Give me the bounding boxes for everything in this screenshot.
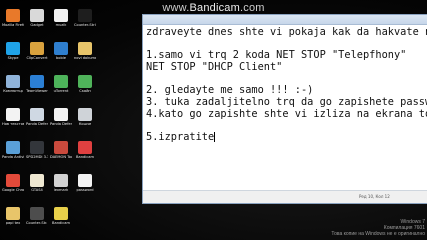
desktop-icon[interactable]: Bandicam bbox=[74, 141, 96, 159]
desktop-icon[interactable]: Panda Defense bbox=[26, 108, 48, 126]
desktop-icon[interactable]: Counter-Strike Source bbox=[74, 9, 96, 27]
status-bar: Ред 10, Кол 12 bbox=[143, 190, 427, 203]
text-caret bbox=[214, 132, 216, 143]
windows-genuine-text: Това копие на Windows не е оригинално bbox=[331, 231, 425, 237]
desktop-icon-label: Panda Antivirus Pro bbox=[2, 155, 24, 159]
desktop-icon-label: novi dokument bbox=[74, 56, 96, 60]
desktop-icon-label: papi tex bbox=[5, 221, 21, 225]
app-icon bbox=[6, 108, 20, 121]
desktop-icons: Mozilla Firefox Skype Компютър Нов текстов … bbox=[0, 0, 100, 240]
desktop-icon-label: Bandicam bbox=[76, 155, 94, 159]
desktop-icon[interactable]: Skype bbox=[2, 42, 24, 60]
desktop-icon[interactable]: Mozilla Firefox bbox=[2, 9, 24, 27]
desktop-icon-label: GTAS4 bbox=[31, 188, 43, 192]
text-line: NET STOP "DHCP Client" bbox=[146, 61, 283, 74]
desktop-icon-label: Кошче bbox=[78, 122, 92, 126]
app-icon bbox=[54, 207, 68, 220]
desktop-icon[interactable]: novi dokument bbox=[74, 42, 96, 60]
cursor-position: Ред 10, Кол 12 bbox=[359, 194, 390, 199]
desktop-icon-label: Скайп bbox=[79, 89, 91, 93]
app-icon bbox=[54, 141, 68, 154]
desktop-icon-label: Google Chrome bbox=[2, 188, 24, 192]
desktop-icon[interactable]: password bbox=[74, 174, 96, 192]
app-icon bbox=[30, 75, 44, 88]
desktop-icon[interactable]: Bandicam bbox=[50, 207, 72, 225]
app-icon bbox=[30, 9, 44, 22]
desktop-icon[interactable]: Нов текстов документ bbox=[2, 108, 24, 126]
text-line: 4.kato go zapishte shte vi izliza na ekr… bbox=[146, 107, 427, 120]
app-icon bbox=[54, 108, 68, 121]
app-icon bbox=[54, 9, 68, 22]
desktop-icon[interactable]: SPD2MDI 3.3 . bbox=[26, 141, 48, 159]
desktop-icon[interactable]: Counter-Str. 1.6 bbox=[26, 207, 48, 225]
desktop-icon-label: Panda Defense bbox=[26, 122, 48, 126]
desktop-icon-label: bobie bbox=[56, 56, 66, 60]
desktop-icon-label: Counter-Str. 1.6 bbox=[26, 221, 48, 225]
desktop-icon[interactable]: Скайп bbox=[74, 75, 96, 93]
app-icon bbox=[6, 9, 20, 22]
desktop-icon-label: Mozilla Firefox bbox=[2, 23, 24, 27]
desktop-icon[interactable]: Panda Antivirus Pro bbox=[2, 141, 24, 159]
desktop-icon-label: TeamViewer bbox=[26, 89, 48, 93]
desktop-icon[interactable]: Google Chrome bbox=[2, 174, 24, 192]
app-icon bbox=[6, 75, 20, 88]
app-icon bbox=[78, 9, 92, 22]
desktop-icon-label: password bbox=[76, 188, 94, 192]
app-icon bbox=[54, 174, 68, 187]
app-icon bbox=[54, 42, 68, 55]
desktop-icon-label: Bandicam bbox=[52, 221, 70, 225]
desktop-icon-label: Counter-Strike Source bbox=[74, 23, 96, 27]
desktop-icon-label: Skype bbox=[7, 56, 19, 60]
desktop-icon[interactable]: Gadget bbox=[26, 9, 48, 27]
desktop-icon[interactable]: uTorrent bbox=[50, 75, 72, 93]
desktop-icon-label: ClipConvert bbox=[26, 56, 48, 60]
desktop-icon[interactable]: Panda Defense bbox=[50, 108, 72, 126]
desktop-icon-label: uTorrent bbox=[53, 89, 69, 93]
desktop-icon-label: Нов текстов документ bbox=[2, 122, 24, 126]
desktop-icon-label: Компютър bbox=[3, 89, 23, 93]
app-icon bbox=[6, 141, 20, 154]
app-icon bbox=[30, 141, 44, 154]
app-icon bbox=[54, 75, 68, 88]
desktop-icon[interactable]: Кошче bbox=[74, 108, 96, 126]
desktop-icon-label: Gadget bbox=[30, 23, 44, 27]
app-icon bbox=[6, 174, 20, 187]
desktop-icon[interactable]: papi tex bbox=[2, 207, 24, 225]
app-icon bbox=[78, 141, 92, 154]
app-icon bbox=[78, 75, 92, 88]
text-area[interactable]: zdraveyte dnes shte vi pokaja kak da hak… bbox=[143, 25, 427, 191]
desktop-icon[interactable]: ClipConvert bbox=[26, 42, 48, 60]
desktop-icon[interactable]: GTAS4 bbox=[26, 174, 48, 192]
app-icon bbox=[30, 174, 44, 187]
watermark-suffix: .com bbox=[239, 2, 265, 14]
text-line: zdraveyte dnes shte vi pokaja kak da hak… bbox=[146, 26, 427, 38]
app-icon bbox=[78, 42, 92, 55]
desktop-icon[interactable]: muzik bbox=[50, 9, 72, 27]
desktop-icon[interactable]: TeamViewer bbox=[26, 75, 48, 93]
desktop-icon-label: lexmark bbox=[53, 188, 69, 192]
notepad-window[interactable]: zdraveyte dnes shte vi pokaja kak da hak… bbox=[142, 14, 427, 204]
app-icon bbox=[78, 174, 92, 187]
watermark-prefix: www. bbox=[162, 2, 190, 14]
desktop-icon[interactable]: lexmark bbox=[50, 174, 72, 192]
desktop-icon-label: muzik bbox=[55, 23, 67, 27]
app-icon bbox=[6, 207, 20, 220]
text-line: 5.izpratite bbox=[146, 131, 216, 144]
app-icon bbox=[30, 108, 44, 121]
desktop-icon-label: SPD2MDI 3.3 . bbox=[26, 155, 48, 159]
desktop-icon-label: Panda Defense bbox=[50, 122, 72, 126]
desktop-icon[interactable]: DAEMON Tools Ultra bbox=[50, 141, 72, 159]
title-bar[interactable] bbox=[143, 15, 427, 25]
app-icon bbox=[30, 207, 44, 220]
app-icon bbox=[6, 42, 20, 55]
app-icon bbox=[30, 42, 44, 55]
desktop-icon-label: DAEMON Tools Ultra bbox=[50, 155, 72, 159]
app-icon bbox=[78, 108, 92, 121]
desktop-icon[interactable]: bobie bbox=[50, 42, 72, 60]
desktop-icon[interactable]: Компютър bbox=[2, 75, 24, 93]
watermark-brand: Bandicam bbox=[189, 2, 240, 14]
